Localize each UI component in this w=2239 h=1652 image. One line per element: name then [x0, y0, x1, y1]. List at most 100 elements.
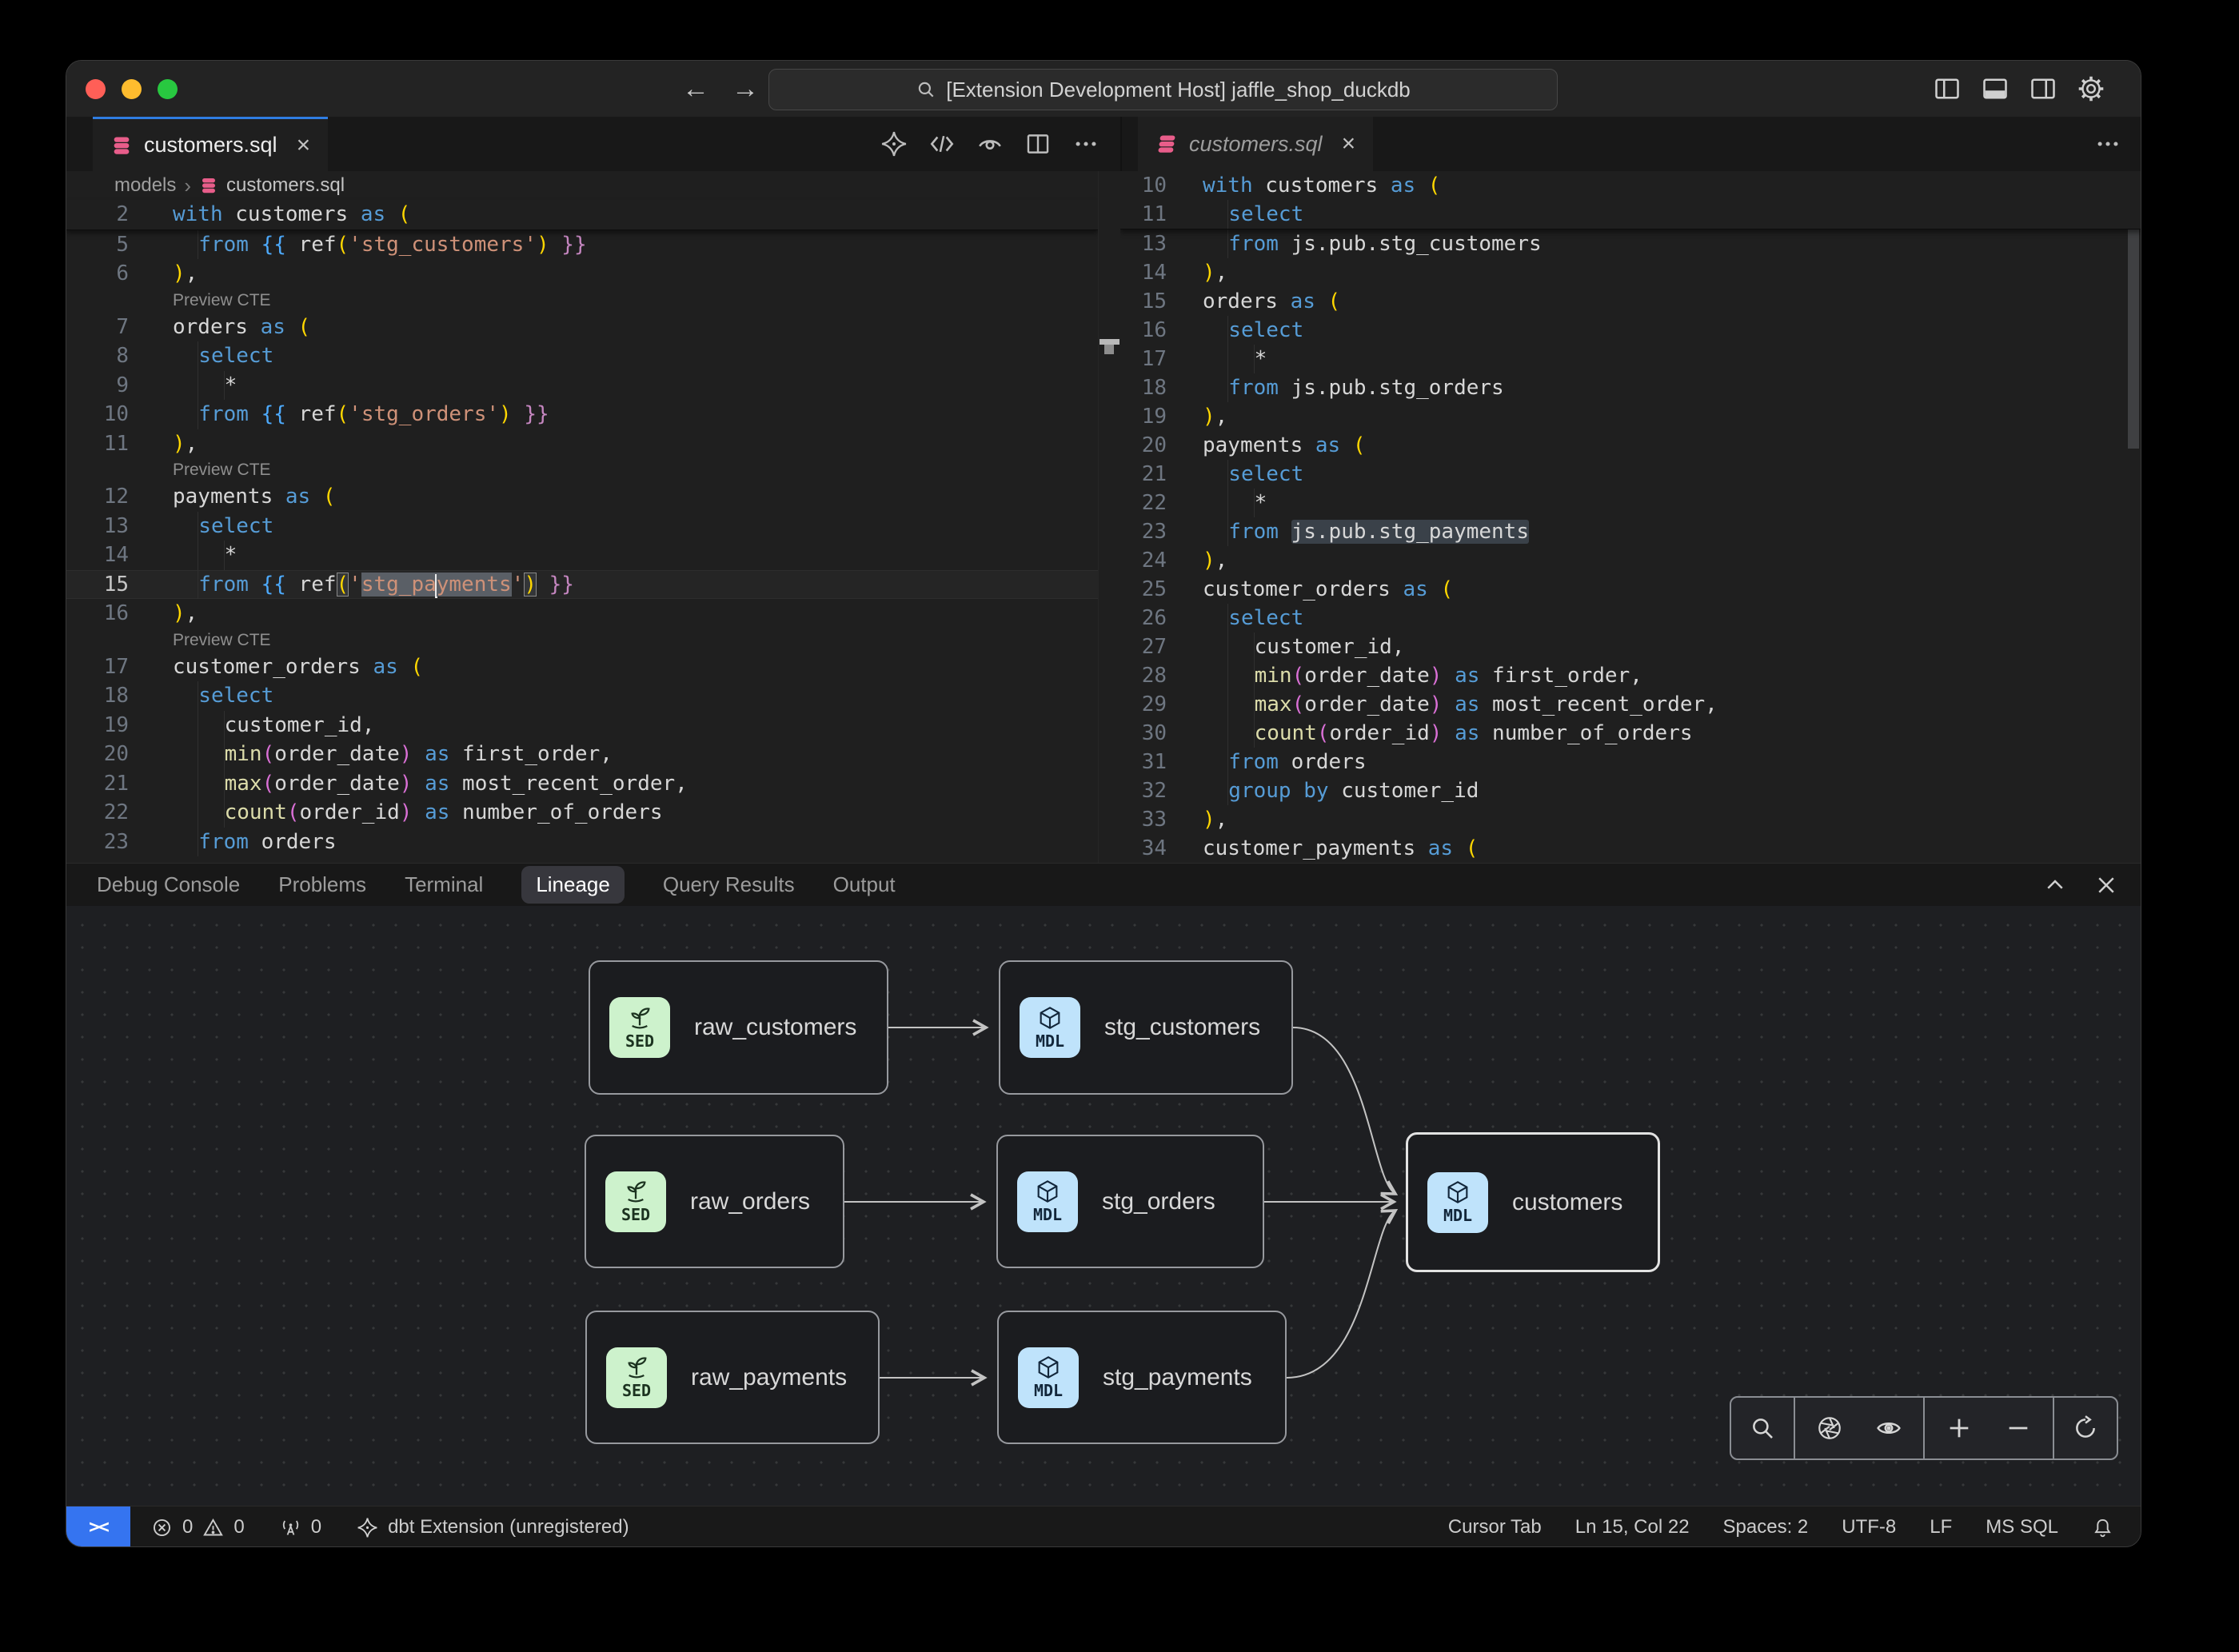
code-line[interactable]: 14), — [1120, 258, 2141, 287]
code-line[interactable]: 15from {{ ref('stg_payments') }} — [66, 570, 1098, 600]
code-line[interactable]: 31from orders — [1120, 748, 2141, 776]
breadcrumb-file[interactable]: customers.sql — [226, 174, 345, 197]
code-line[interactable]: 18from js.pub.stg_orders — [1120, 373, 2141, 402]
command-center-search[interactable]: [Extension Development Host] jaffle_shop… — [768, 69, 1558, 110]
lineage-node-stg_payments[interactable]: MDLstg_payments — [997, 1311, 1287, 1444]
more-actions-icon[interactable] — [2094, 130, 2121, 158]
layout-sidebar-left-icon[interactable] — [1933, 74, 1962, 103]
panel-tab-debug-console[interactable]: Debug Console — [97, 872, 240, 897]
breadcrumb-folder[interactable]: models — [114, 174, 176, 197]
code-line[interactable]: 22count(order_id) as number_of_orders — [66, 798, 1098, 828]
close-icon[interactable] — [2094, 873, 2118, 897]
code-line[interactable]: 20min(order_date) as first_order, — [66, 740, 1098, 769]
code-line[interactable]: 19), — [1120, 402, 2141, 431]
status-item-lf[interactable]: LF — [1930, 1516, 1952, 1538]
back-icon[interactable]: ← — [682, 74, 709, 105]
status-item-ms-sql[interactable]: MS SQL — [1986, 1516, 2058, 1538]
code-line[interactable]: 17customer_orders as ( — [66, 652, 1098, 682]
status-item-ln-15-col-22[interactable]: Ln 15, Col 22 — [1575, 1516, 1690, 1538]
lineage-node-stg_orders[interactable]: MDLstg_orders — [996, 1135, 1264, 1268]
code-line[interactable]: 26select — [1120, 604, 2141, 632]
code-line[interactable]: 29max(order_date) as most_recent_order, — [1120, 690, 2141, 719]
search-icon[interactable] — [1749, 1415, 1776, 1442]
lineage-canvas[interactable]: SEDraw_customers MDLstg_customers SEDraw_o… — [66, 906, 2141, 1506]
code-line[interactable]: 22* — [1120, 489, 2141, 517]
close-tab-icon[interactable]: × — [1342, 130, 1356, 158]
layout-sidebar-right-icon[interactable] — [2029, 74, 2057, 103]
layout-panel-icon[interactable] — [1981, 74, 2010, 103]
maximize-window-button[interactable] — [158, 79, 178, 99]
more-actions-icon[interactable] — [1072, 130, 1100, 158]
aperture-icon[interactable] — [1816, 1415, 1843, 1442]
lineage-node-customers[interactable]: MDLcustomers — [1406, 1132, 1660, 1272]
split-editor-icon[interactable] — [1024, 130, 1052, 158]
status-item[interactable]: dbt Extension (unregistered) — [357, 1516, 629, 1538]
panel-tab-terminal[interactable]: Terminal — [405, 872, 483, 897]
source-editor[interactable]: models › customers.sql 2with customers a… — [66, 171, 1098, 863]
code-line[interactable]: 15orders as ( — [1120, 287, 2141, 316]
forward-icon[interactable]: → — [732, 74, 759, 105]
code-line[interactable]: 34customer_payments as ( — [1120, 834, 2141, 863]
code-line[interactable]: 24), — [1120, 546, 2141, 575]
codelens-line[interactable]: Preview CTE — [66, 458, 1098, 482]
compiled-editor[interactable]: 10with customers as (11select 13from js.… — [1120, 171, 2141, 863]
code-line[interactable]: 23from orders — [66, 828, 1098, 857]
code-line[interactable]: 23from js.pub.stg_payments — [1120, 517, 2141, 546]
zoom-in-icon[interactable] — [1946, 1415, 1973, 1442]
code-line[interactable]: 10from {{ ref('stg_orders') }} — [66, 400, 1098, 429]
code-line[interactable]: 30count(order_id) as number_of_orders — [1120, 719, 2141, 748]
code-line[interactable]: 11select — [1120, 200, 2141, 229]
preview-eye-icon[interactable] — [976, 130, 1004, 158]
code-line[interactable]: 21max(order_date) as most_recent_order, — [66, 769, 1098, 799]
code-line[interactable]: 13from js.pub.stg_customers — [1120, 229, 2141, 258]
eye-icon[interactable] — [1875, 1415, 1902, 1442]
code-line[interactable]: 33), — [1120, 805, 2141, 834]
code-line[interactable]: 25customer_orders as ( — [1120, 575, 2141, 604]
lineage-node-stg_customers[interactable]: MDLstg_customers — [999, 960, 1293, 1095]
code-line[interactable]: 17* — [1120, 345, 2141, 373]
code-line[interactable]: 5from {{ ref('stg_customers') }} — [66, 230, 1098, 260]
tab-customers-sql-compiled[interactable]: customers.sql × — [1138, 117, 1373, 171]
code-line[interactable]: 28min(order_date) as first_order, — [1120, 661, 2141, 690]
code-line[interactable]: 32group by customer_id — [1120, 776, 2141, 805]
chevron-up-icon[interactable] — [2043, 873, 2067, 897]
status-item-cursor-tab[interactable]: Cursor Tab — [1448, 1516, 1542, 1538]
bell-icon[interactable] — [2092, 1517, 2113, 1538]
code-line[interactable]: 8select — [66, 341, 1098, 371]
code-line[interactable]: 18select — [66, 681, 1098, 711]
code-line[interactable]: 27customer_id, — [1120, 632, 2141, 661]
close-window-button[interactable] — [86, 79, 106, 99]
code-line[interactable]: 14* — [66, 541, 1098, 570]
code-line[interactable]: 2with customers as ( — [66, 200, 1098, 229]
minimize-window-button[interactable] — [122, 79, 142, 99]
code-line[interactable]: 19customer_id, — [66, 711, 1098, 740]
status-item[interactable]: 00 — [151, 1516, 245, 1538]
lineage-node-raw_payments[interactable]: SEDraw_payments — [585, 1311, 880, 1444]
panel-tab-output[interactable]: Output — [833, 872, 896, 897]
code-line[interactable]: 21select — [1120, 460, 2141, 489]
code-line[interactable]: 7orders as ( — [66, 313, 1098, 342]
code-line[interactable]: 16), — [66, 599, 1098, 628]
code-line[interactable]: 16select — [1120, 316, 2141, 345]
code-line[interactable]: 20payments as ( — [1120, 431, 2141, 460]
tab-customers-sql[interactable]: customers.sql × — [93, 117, 328, 171]
lineage-node-raw_orders[interactable]: SEDraw_orders — [585, 1135, 844, 1268]
code-line[interactable]: 10with customers as ( — [1120, 171, 2141, 200]
code-line[interactable]: 9* — [66, 371, 1098, 401]
status-item[interactable]: 0 — [280, 1516, 321, 1538]
panel-tab-query-results[interactable]: Query Results — [663, 872, 795, 897]
close-tab-icon[interactable]: × — [297, 132, 311, 159]
code-icon[interactable] — [928, 130, 956, 158]
code-line[interactable]: 6), — [66, 259, 1098, 289]
panel-tab-problems[interactable]: Problems — [278, 872, 366, 897]
lineage-node-raw_customers[interactable]: SEDraw_customers — [589, 960, 888, 1095]
refresh-icon[interactable] — [2072, 1415, 2099, 1442]
breadcrumb[interactable]: models › customers.sql — [66, 171, 1098, 200]
panel-tab-lineage[interactable]: Lineage — [521, 866, 625, 904]
dbt-icon[interactable] — [880, 130, 908, 158]
status-item-utf-8[interactable]: UTF-8 — [1842, 1516, 1896, 1538]
codelens-line[interactable]: Preview CTE — [66, 289, 1098, 313]
code-line[interactable]: 13select — [66, 512, 1098, 541]
codelens-line[interactable]: Preview CTE — [66, 628, 1098, 652]
settings-gear-icon[interactable] — [2077, 74, 2105, 103]
